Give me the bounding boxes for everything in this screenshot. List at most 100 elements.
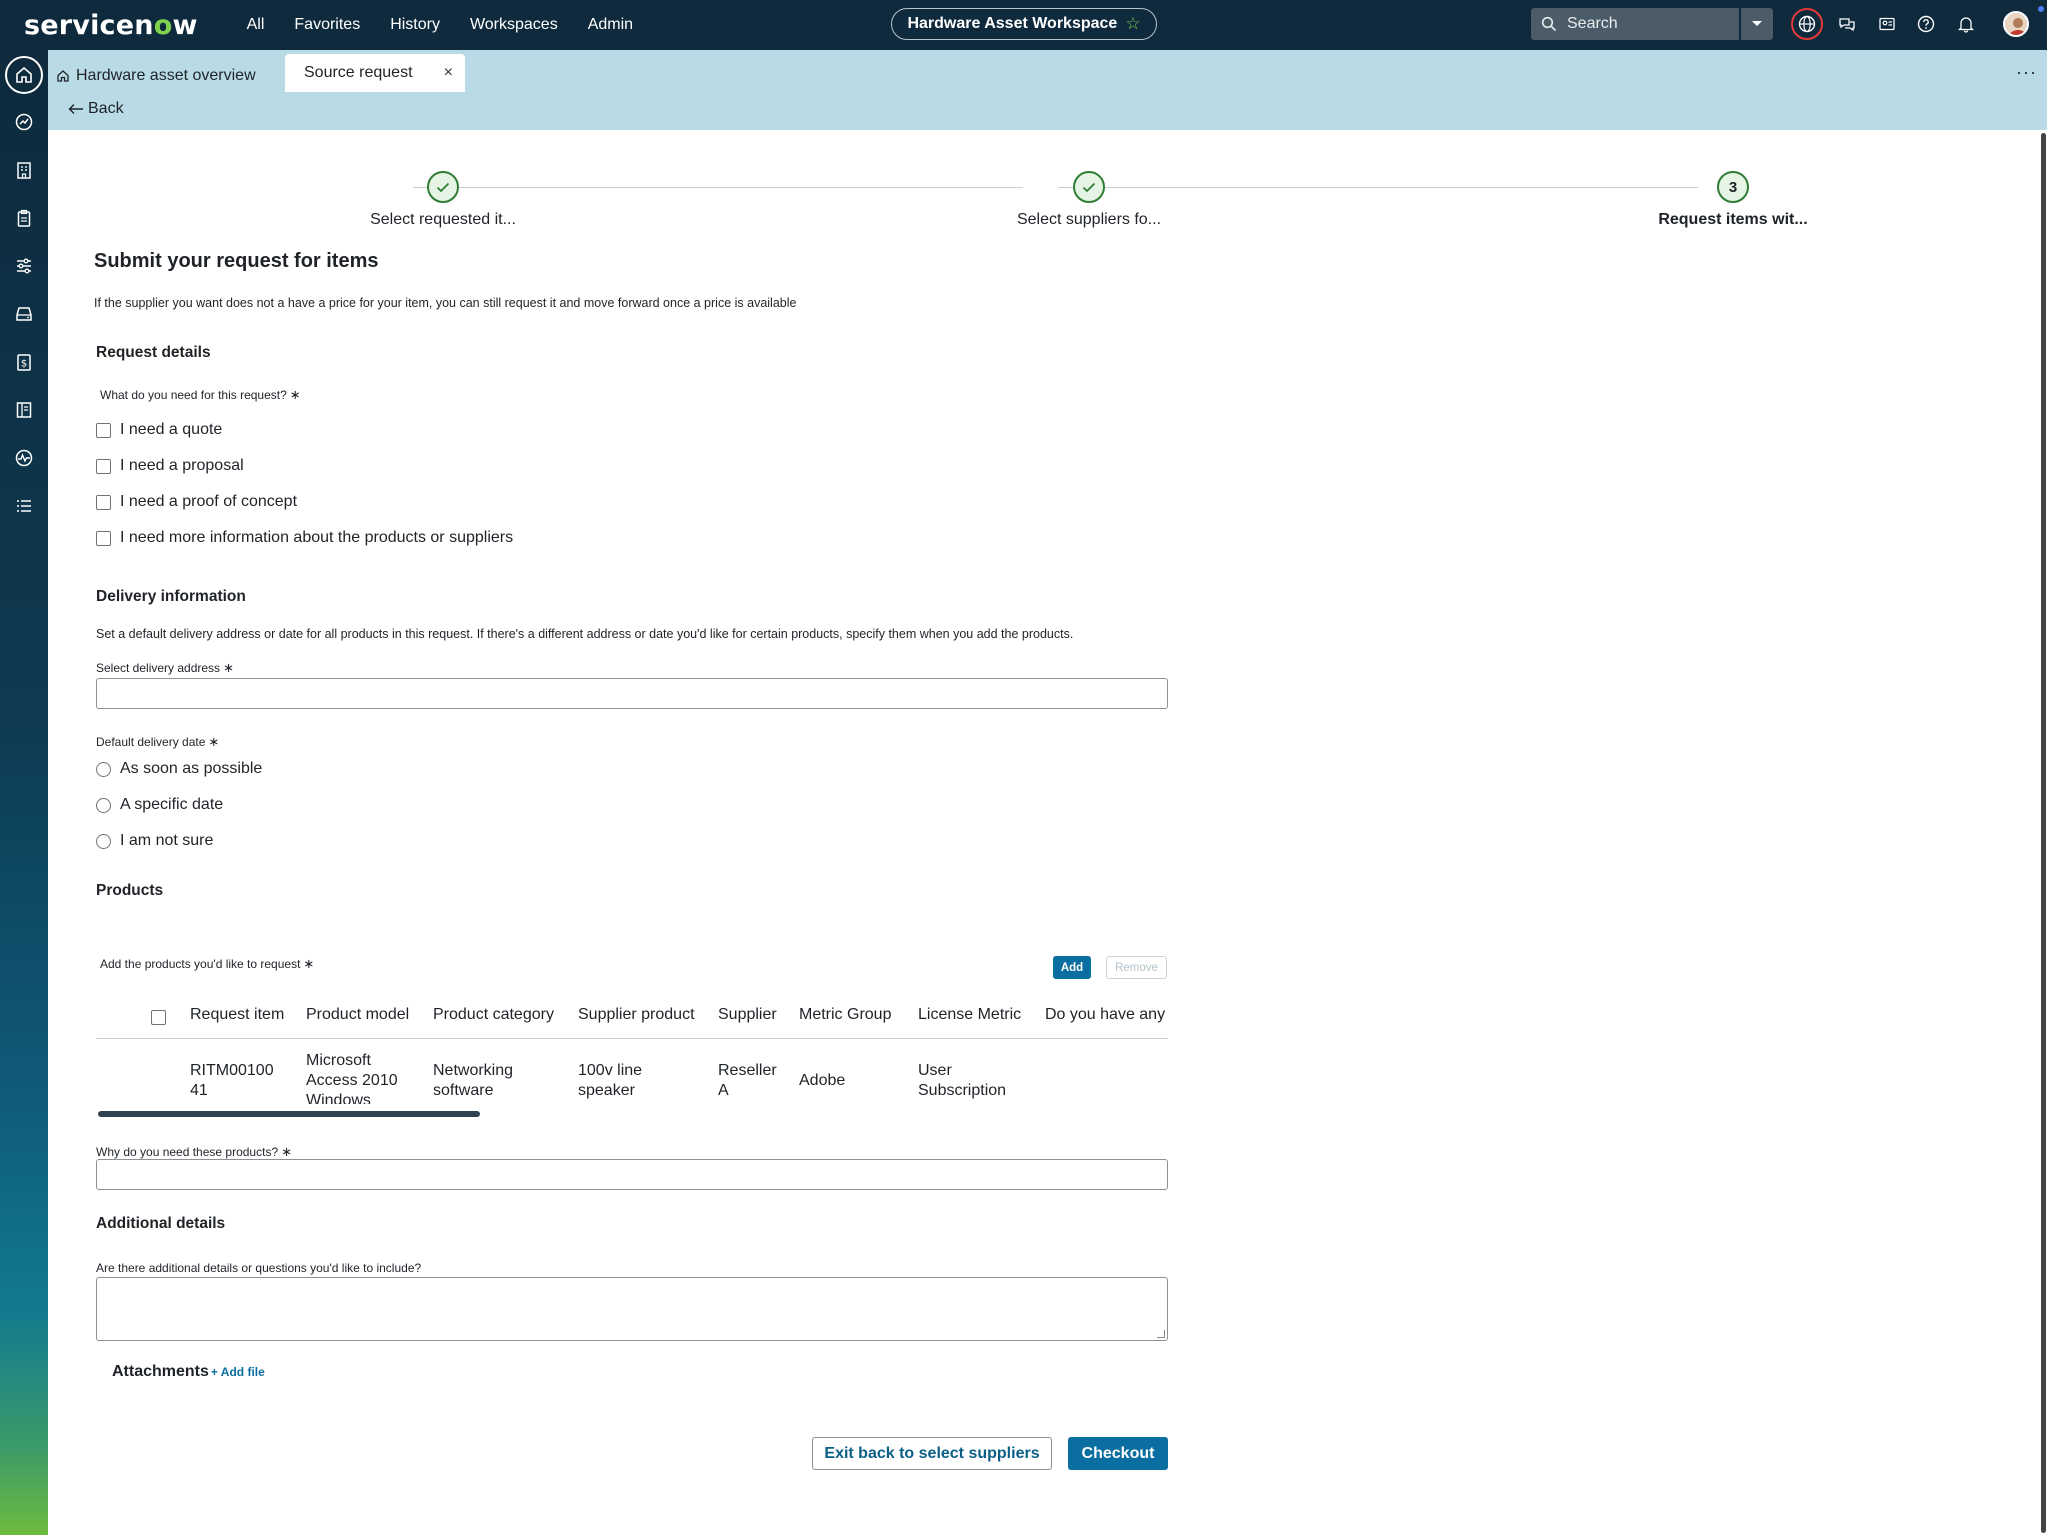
remove-product-button[interactable]: Remove <box>1106 956 1167 979</box>
checkbox[interactable] <box>96 458 111 474</box>
why-products-input[interactable] <box>96 1159 1168 1190</box>
back-link[interactable]: Back <box>68 100 124 118</box>
clipboard-icon[interactable] <box>6 200 42 236</box>
column-header[interactable]: Request item <box>190 1006 284 1024</box>
checkbox[interactable] <box>96 530 111 546</box>
tab-source-request[interactable]: Source request × <box>285 54 465 92</box>
star-icon[interactable]: ☆ <box>1125 14 1140 34</box>
required-mark: ∗ <box>303 956 315 971</box>
add-file-link[interactable]: + Add file <box>211 1365 265 1379</box>
invoice-dollar-icon[interactable]: $ <box>6 344 42 380</box>
column-header[interactable]: Supplier <box>718 1006 777 1024</box>
nav-workspaces[interactable]: Workspaces <box>455 16 573 34</box>
notifications-bell-icon[interactable] <box>1954 12 1978 36</box>
step-3[interactable]: 3 Request items wit... <box>1603 171 1863 229</box>
workspace-pill[interactable]: Hardware Asset Workspace ☆ <box>891 8 1157 40</box>
presence-dot <box>2038 6 2044 12</box>
nav-favorites[interactable]: Favorites <box>279 16 375 34</box>
book-icon[interactable] <box>6 392 42 428</box>
home-icon[interactable] <box>5 56 43 94</box>
column-header[interactable]: License Metric <box>918 1006 1021 1024</box>
sliders-icon[interactable] <box>6 248 42 284</box>
back-label: Back <box>88 100 124 117</box>
additional-details-textarea[interactable] <box>96 1277 1168 1341</box>
search-scope-dropdown[interactable] <box>1741 8 1773 40</box>
global-search-input[interactable]: Search <box>1531 8 1739 40</box>
label-text: Why do you need these products? <box>96 1145 279 1159</box>
step-1[interactable]: Select requested it... <box>313 171 573 229</box>
cell-line: speaker <box>578 1082 635 1099</box>
cell-line: User <box>918 1062 952 1079</box>
delivery-address-input[interactable] <box>96 678 1168 709</box>
checkbox-quote[interactable]: I need a quote <box>96 421 222 439</box>
arrow-left-icon <box>68 104 83 114</box>
cell-product-category: Networking software <box>433 1061 513 1101</box>
checkout-button[interactable]: Checkout <box>1068 1437 1168 1470</box>
cell-request-item: RITM00100 41 <box>190 1061 274 1101</box>
radio[interactable] <box>96 833 111 849</box>
scrollbar-thumb[interactable] <box>2041 133 2046 1533</box>
main-nav: All Favorites History Workspaces Admin <box>232 16 648 34</box>
building-icon[interactable] <box>6 152 42 188</box>
radio-as-soon-as-possible[interactable]: As soon as possible <box>96 760 262 778</box>
checkbox-proof-of-concept[interactable]: I need a proof of concept <box>96 493 297 511</box>
checkmark-icon <box>436 182 450 192</box>
required-mark: ∗ <box>208 734 220 749</box>
label-text: Add the products you'd like to request <box>100 957 301 971</box>
servicenow-logo[interactable]: servicenow <box>24 10 198 41</box>
cell-line: Subscription <box>918 1082 1007 1099</box>
required-mark: ∗ <box>289 387 301 402</box>
column-header[interactable]: Metric Group <box>799 1006 891 1024</box>
column-header[interactable]: Supplier product <box>578 1006 695 1024</box>
chat-icon[interactable] <box>1835 12 1859 36</box>
dashboard-gauge-icon[interactable] <box>6 104 42 140</box>
page-scrollbar[interactable] <box>2039 130 2047 1535</box>
activity-pulse-icon[interactable] <box>6 440 42 476</box>
checkbox-proposal[interactable]: I need a proposal <box>96 457 244 475</box>
nav-all[interactable]: All <box>232 16 280 34</box>
checkbox[interactable] <box>96 494 111 510</box>
globe-icon[interactable] <box>1795 12 1819 36</box>
radio[interactable] <box>96 797 111 813</box>
cell-line: Networking <box>433 1062 514 1079</box>
cell-line: RITM00100 <box>190 1062 274 1079</box>
delivery-address-label: Select delivery address ∗ <box>96 660 234 676</box>
column-header[interactable]: Product category <box>433 1006 554 1024</box>
help-icon[interactable] <box>1914 12 1938 36</box>
table-horizontal-scrollbar[interactable] <box>98 1111 480 1117</box>
exit-to-suppliers-button[interactable]: Exit back to select suppliers <box>812 1437 1052 1470</box>
hard-drive-icon[interactable] <box>6 296 42 332</box>
products-heading: Products <box>96 882 164 899</box>
resize-handle-icon[interactable] <box>1157 1330 1165 1338</box>
more-options-icon[interactable]: ··· <box>2016 62 2037 83</box>
tab-label: Hardware asset overview <box>76 66 256 84</box>
nav-admin[interactable]: Admin <box>573 16 648 34</box>
select-all-checkbox[interactable] <box>151 1010 166 1025</box>
step-2[interactable]: Select suppliers fo... <box>959 171 1219 229</box>
radio-not-sure[interactable]: I am not sure <box>96 832 213 850</box>
cell-line: software <box>433 1082 494 1099</box>
column-header[interactable]: Do you have any r <box>1045 1006 1168 1024</box>
checkbox-more-information[interactable]: I need more information about the produc… <box>96 529 513 547</box>
cell-supplier: Reseller A <box>718 1061 777 1101</box>
checkbox[interactable] <box>96 422 111 438</box>
option-label: A specific date <box>120 796 224 813</box>
top-navigation-bar: servicenow All Favorites History Workspa… <box>0 0 2047 50</box>
close-icon[interactable]: × <box>444 64 453 82</box>
required-mark: ∗ <box>281 1144 293 1159</box>
radio[interactable] <box>96 761 111 777</box>
radio-specific-date[interactable]: A specific date <box>96 796 223 814</box>
cell-line: 41 <box>190 1082 208 1099</box>
attachments: Attachments + Add file <box>112 1363 265 1381</box>
add-product-button[interactable]: Add <box>1053 956 1091 979</box>
delivery-heading: Delivery information <box>96 588 246 605</box>
column-header[interactable]: Product model <box>306 1006 409 1024</box>
user-avatar[interactable] <box>2003 11 2029 37</box>
tab-hardware-asset-overview[interactable]: Hardware asset overview <box>56 58 256 93</box>
nav-history[interactable]: History <box>375 16 455 34</box>
list-icon[interactable] <box>6 488 42 524</box>
chevron-down-icon <box>1752 21 1762 26</box>
contact-card-icon[interactable] <box>1875 12 1899 36</box>
step-label: Select requested it... <box>370 211 516 228</box>
checkbox[interactable] <box>151 1010 166 1025</box>
